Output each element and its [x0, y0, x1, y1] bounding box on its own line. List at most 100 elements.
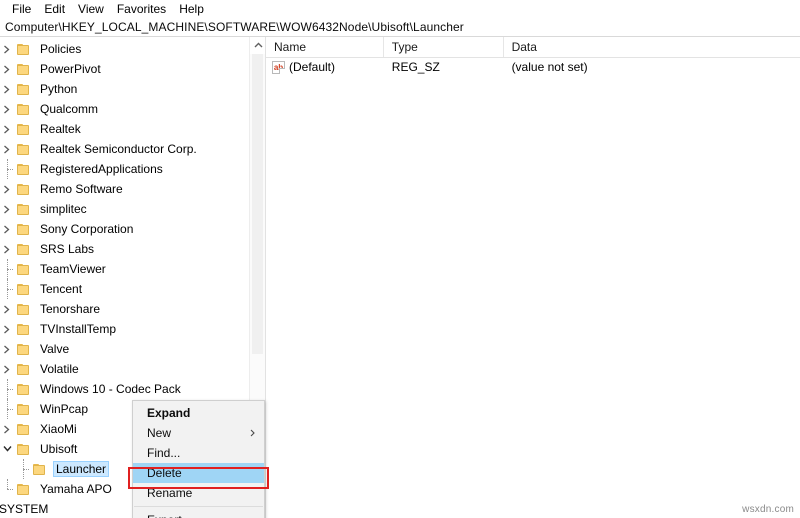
tree-item-realtek[interactable]: Realtek: [0, 119, 249, 139]
chevron-right-icon[interactable]: [0, 299, 16, 319]
tree-item-label: Yamaha APO: [40, 482, 112, 496]
column-header-data[interactable]: Data: [504, 37, 800, 57]
table-row[interactable]: ab (Default) REG_SZ (value not set): [266, 58, 800, 77]
chevron-right-icon[interactable]: [0, 319, 16, 339]
tree-item-label: Volatile: [40, 362, 79, 376]
value-data-cell: (value not set): [511, 60, 588, 74]
string-value-icon: ab: [272, 61, 285, 74]
tree-item-label: simplitec: [40, 202, 87, 216]
tree-item-valve[interactable]: Valve: [0, 339, 249, 359]
chevron-right-icon[interactable]: [0, 199, 16, 219]
tree-item-label: Valve: [40, 342, 70, 356]
column-header-type[interactable]: Type: [384, 37, 504, 57]
value-type-cell: REG_SZ: [391, 60, 440, 74]
tree-item-label: Tencent: [40, 282, 83, 296]
tree-item-realtek-semiconductor-corp[interactable]: Realtek Semiconductor Corp.: [0, 139, 249, 159]
folder-icon: [16, 423, 32, 436]
chevron-up-icon: [254, 42, 262, 48]
tree-item-srs-labs[interactable]: SRS Labs: [0, 239, 249, 259]
menu-item-edit[interactable]: Edit: [38, 1, 72, 18]
chevron-down-icon[interactable]: [0, 439, 16, 459]
chevron-right-icon[interactable]: [0, 99, 16, 119]
folder-icon: [16, 303, 32, 316]
scroll-thumb[interactable]: [252, 54, 263, 354]
address-bar[interactable]: Computer\HKEY_LOCAL_MACHINE\SOFTWARE\WOW…: [0, 18, 800, 37]
tree-item-simplitec[interactable]: simplitec: [0, 199, 249, 219]
context-menu: Expand New Find... Delete Rename Export: [132, 400, 265, 518]
folder-icon: [16, 163, 32, 176]
tree-connector-line: [0, 159, 16, 179]
context-menu-item-label: Delete: [147, 466, 182, 480]
context-menu-item-new[interactable]: New: [133, 423, 264, 443]
chevron-right-icon[interactable]: [0, 119, 16, 139]
tree-item-qualcomm[interactable]: Qualcomm: [0, 99, 249, 119]
tree-item-python[interactable]: Python: [0, 79, 249, 99]
chevron-right-icon[interactable]: [0, 139, 16, 159]
tree-item-volatile[interactable]: Volatile: [0, 359, 249, 379]
folder-icon: [16, 203, 32, 216]
folder-icon: [16, 283, 32, 296]
tree-connector-line[interactable]: [0, 479, 16, 499]
context-menu-item-rename[interactable]: Rename: [133, 483, 264, 503]
folder-icon: [16, 223, 32, 236]
tree-item-tenorshare[interactable]: Tenorshare: [0, 299, 249, 319]
folder-icon: [16, 143, 32, 156]
folder-icon: [16, 83, 32, 96]
folder-icon: [16, 383, 32, 396]
folder-icon: [16, 443, 32, 456]
scroll-up-button[interactable]: [250, 37, 266, 54]
tree-item-label: Ubisoft: [40, 442, 78, 456]
menu-item-help[interactable]: Help: [173, 1, 211, 18]
chevron-right-icon[interactable]: [0, 419, 16, 439]
menu-item-view[interactable]: View: [72, 1, 111, 18]
chevron-right-icon[interactable]: [0, 39, 16, 59]
tree-item-sony-corporation[interactable]: Sony Corporation: [0, 219, 249, 239]
tree-item-registeredapplications[interactable]: RegisteredApplications: [0, 159, 249, 179]
folder-icon: [16, 43, 32, 56]
folder-icon: [32, 463, 48, 476]
context-menu-item-expand[interactable]: Expand: [133, 403, 264, 423]
tree-item-teamviewer[interactable]: TeamViewer: [0, 259, 249, 279]
chevron-right-icon[interactable]: [0, 339, 16, 359]
chevron-right-icon[interactable]: [0, 79, 16, 99]
watermark: wsxdn.com: [742, 504, 794, 515]
chevron-right-icon[interactable]: [0, 179, 16, 199]
tree-item-powerpivot[interactable]: PowerPivot: [0, 59, 249, 79]
tree-item-label: Sony Corporation: [40, 222, 134, 236]
tree-connector-line: [0, 279, 16, 299]
chevron-right-icon[interactable]: [0, 59, 16, 79]
tree-item-label: Realtek: [40, 122, 81, 136]
context-menu-item-label: New: [147, 426, 172, 440]
tree-item-label: SYSTEM: [0, 502, 49, 516]
context-menu-item-export[interactable]: Export: [133, 510, 264, 518]
tree-item-label: Realtek Semiconductor Corp.: [40, 142, 197, 156]
tree-item-remo-software[interactable]: Remo Software: [0, 179, 249, 199]
tree-item-label: WinPcap: [40, 402, 89, 416]
chevron-right-icon[interactable]: [0, 239, 16, 259]
chevron-right-icon[interactable]: [0, 219, 16, 239]
folder-icon: [16, 343, 32, 356]
tree-item-windows-10-codec-pack[interactable]: Windows 10 - Codec Pack: [0, 379, 249, 399]
menu-item-file[interactable]: File: [6, 1, 38, 18]
tree-item-tencent[interactable]: Tencent: [0, 279, 249, 299]
tree-item-label: TeamViewer: [40, 262, 106, 276]
tree-item-label: Launcher: [53, 461, 110, 477]
tree-item-policies[interactable]: Policies: [0, 39, 249, 59]
registry-path-text: Computer\HKEY_LOCAL_MACHINE\SOFTWARE\WOW…: [5, 20, 464, 34]
tree-item-label: TVInstallTemp: [40, 322, 117, 336]
tree-item-tvinstalltemp[interactable]: TVInstallTemp: [0, 319, 249, 339]
menu-bar: File Edit View Favorites Help: [0, 0, 800, 18]
chevron-right-icon[interactable]: [0, 359, 16, 379]
tree-connector-line: [0, 379, 16, 399]
value-name-text: (Default): [289, 60, 336, 74]
tree-connector-line: [16, 459, 32, 479]
context-menu-item-find[interactable]: Find...: [133, 443, 264, 463]
menu-item-favorites[interactable]: Favorites: [111, 1, 173, 18]
context-menu-item-label: Find...: [147, 446, 181, 460]
tree-item-label: PowerPivot: [40, 62, 101, 76]
folder-icon: [16, 363, 32, 376]
folder-icon: [16, 263, 32, 276]
context-menu-item-label: Expand: [147, 406, 191, 420]
column-header-name[interactable]: Name: [266, 37, 384, 57]
context-menu-item-delete[interactable]: Delete: [133, 463, 264, 483]
